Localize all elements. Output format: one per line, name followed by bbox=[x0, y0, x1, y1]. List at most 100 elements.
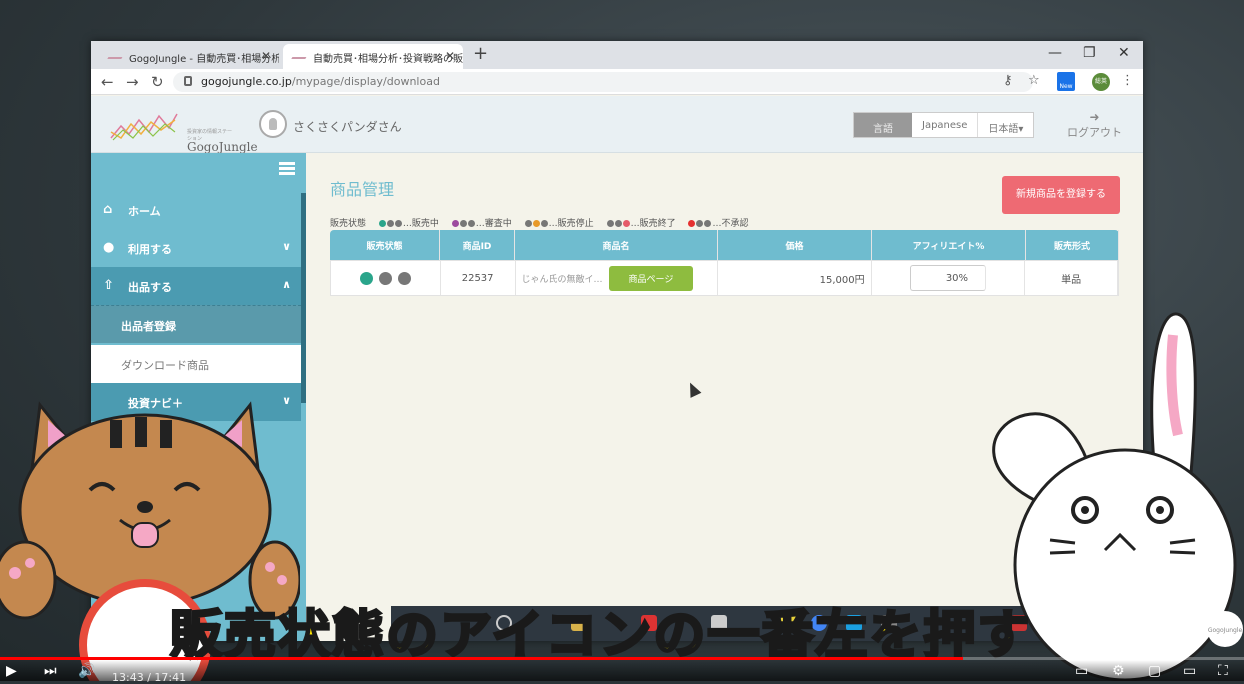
tab-bar: GogoJungle - 自動売買･相場分析 ✕ 自動売買･相場分析･投資戦略の… bbox=[91, 41, 1143, 69]
status-dot bbox=[704, 220, 712, 227]
language-selector: 言語 Japanese 日本語▾ bbox=[853, 112, 1035, 138]
tab-title: 自動売買･相場分析･投資戦略の販 bbox=[313, 54, 463, 65]
language-option-japanese[interactable]: Japanese bbox=[912, 113, 977, 137]
forward-icon[interactable]: → bbox=[126, 73, 139, 91]
affiliate-unit: % bbox=[958, 272, 969, 284]
close-window-icon[interactable]: ✕ bbox=[1118, 45, 1130, 61]
product-table: 販売状態 商品ID 商品名 価格 アフィリエイト% 販売形式 22537 じゃん… bbox=[330, 230, 1119, 296]
product-price: 15,000円 bbox=[718, 261, 872, 295]
legend-text: …販売停止 bbox=[548, 219, 594, 229]
key-icon[interactable]: ⚷ bbox=[1003, 73, 1013, 88]
chevron-up-icon: ∧ bbox=[282, 278, 291, 291]
reload-icon[interactable]: ↻ bbox=[151, 73, 164, 91]
url-host: gogojungle.co.jp bbox=[201, 75, 292, 88]
address-bar: ← → ↻ gogojungle.co.jp/mypage/display/do… bbox=[91, 69, 1143, 95]
status-dot bbox=[451, 220, 459, 227]
browser-tab[interactable]: GogoJungle - 自動売買･相場分析 ✕ bbox=[99, 44, 279, 69]
miniplayer-icon[interactable]: ▢ bbox=[1148, 663, 1161, 679]
affiliate-input[interactable]: 30 % bbox=[909, 265, 986, 291]
subtitles-icon[interactable]: ▭ bbox=[1075, 663, 1088, 679]
legend-item: …審査中 bbox=[451, 219, 512, 229]
hamburger-menu-icon[interactable] bbox=[279, 162, 295, 175]
restore-icon[interactable]: ❐ bbox=[1083, 45, 1096, 61]
sidebar-item-home[interactable]: ⌂ ホーム bbox=[91, 191, 301, 229]
menu-dots-icon[interactable]: ⋮ bbox=[1121, 73, 1134, 88]
status-dot bbox=[459, 220, 467, 227]
username[interactable]: さくさくパンダさん bbox=[293, 118, 402, 135]
sidebar-item-label: ダウンロード商品 bbox=[121, 359, 209, 372]
subtitle-caption: 販売状態のアイコンの一番左を押す bbox=[168, 606, 1032, 666]
sale-type: 単品 bbox=[1025, 261, 1119, 295]
back-icon[interactable]: ← bbox=[101, 73, 114, 91]
status-dot bbox=[622, 220, 630, 227]
video-controls: ▶ ⏭ 🔊 13:43 / 17:41 ▭ ⚙ ▢ ▭ ⛶ bbox=[0, 660, 1244, 684]
legend-item: …販売停止 bbox=[524, 219, 594, 229]
logout-button[interactable]: ➜ ログアウト bbox=[1067, 110, 1122, 140]
product-id: 22537 bbox=[441, 261, 516, 295]
legend-text: …不承認 bbox=[712, 219, 749, 229]
legend-item: …販売中 bbox=[378, 219, 439, 229]
site-favicon-icon bbox=[107, 53, 125, 59]
fullscreen-icon[interactable]: ⛶ bbox=[1218, 663, 1228, 679]
product-page-button[interactable]: 商品ページ bbox=[608, 265, 694, 291]
column-header: 商品名 bbox=[515, 230, 718, 260]
lock-icon bbox=[184, 76, 192, 86]
sidebar-item-use[interactable]: ● 利用する ∨ bbox=[91, 229, 301, 267]
user-avatar[interactable] bbox=[259, 110, 287, 138]
status-dot-selling[interactable] bbox=[359, 271, 373, 285]
affiliate-cell: 30 % bbox=[872, 261, 1026, 295]
new-tab-icon[interactable]: + bbox=[473, 43, 488, 64]
settings-gear-icon[interactable]: ⚙ bbox=[1112, 663, 1125, 679]
gogojungle-logo[interactable]: 投資家の情報ステーション GogoJungle bbox=[109, 110, 258, 154]
close-tab-icon[interactable]: ✕ bbox=[261, 49, 271, 63]
user-circle-icon: ● bbox=[103, 240, 115, 255]
play-icon[interactable]: ▶ bbox=[6, 663, 17, 679]
sidebar-item-seller-registration[interactable]: 出品者登録 bbox=[91, 305, 301, 343]
status-dot-right[interactable] bbox=[397, 271, 411, 285]
extension-new-icon[interactable]: New bbox=[1057, 72, 1075, 91]
browser-tab-active[interactable]: 自動売買･相場分析･投資戦略の販 ✕ bbox=[283, 44, 463, 69]
chevron-down-icon: ∨ bbox=[282, 240, 291, 253]
affiliate-value: 30 bbox=[945, 272, 959, 284]
sidebar-item-sell[interactable]: ⇧ 出品する ∧ bbox=[91, 267, 301, 305]
close-tab-icon[interactable]: ✕ bbox=[445, 49, 455, 63]
status-dot bbox=[378, 220, 386, 227]
language-label: 言語 bbox=[854, 113, 912, 137]
language-dropdown[interactable]: 日本語▾ bbox=[977, 113, 1033, 137]
status-dot bbox=[386, 220, 394, 227]
upload-icon: ⇧ bbox=[103, 278, 114, 293]
logo-text: GogoJungle bbox=[187, 140, 258, 154]
legend-text: …審査中 bbox=[475, 219, 512, 229]
column-header: アフィリエイト% bbox=[872, 230, 1026, 260]
table-row: 22537 じゃん氏の無敵イ… 商品ページ 15,000円 30 % 単品 bbox=[330, 260, 1119, 296]
home-icon: ⌂ bbox=[103, 202, 113, 217]
legend-label: 販売状態 bbox=[330, 219, 367, 229]
column-header: 販売形式 bbox=[1026, 230, 1119, 260]
minimize-icon[interactable]: — bbox=[1048, 45, 1062, 61]
register-new-product-button[interactable]: 新規商品を登録する bbox=[1002, 176, 1120, 214]
status-dot bbox=[524, 220, 532, 227]
sidebar-item-download-products[interactable]: ダウンロード商品 bbox=[91, 345, 301, 383]
product-name-cell: じゃん氏の無敵イ… 商品ページ bbox=[516, 261, 719, 295]
product-name[interactable]: じゃん氏の無敵イ… bbox=[522, 272, 603, 285]
profile-avatar[interactable]: 総英 bbox=[1092, 73, 1110, 91]
sidebar-item-label: 利用する bbox=[128, 243, 172, 256]
status-legend: 販売状態 …販売中 …審査中 …販売停止 …販売終了 …不承認 bbox=[330, 216, 758, 229]
channel-logo[interactable]: GogoJungle bbox=[1207, 611, 1243, 647]
status-dot bbox=[467, 220, 475, 227]
next-icon[interactable]: ⏭ bbox=[44, 663, 57, 679]
legend-text: …販売終了 bbox=[630, 219, 676, 229]
status-dot-middle[interactable] bbox=[378, 271, 392, 285]
legend-item: …不承認 bbox=[688, 219, 748, 229]
sidebar-scrollbar[interactable] bbox=[301, 193, 306, 403]
volume-icon[interactable]: 🔊 bbox=[78, 663, 95, 679]
logout-label: ログアウト bbox=[1067, 126, 1122, 139]
theater-icon[interactable]: ▭ bbox=[1183, 663, 1196, 679]
column-header: 販売状態 bbox=[330, 230, 440, 260]
mouse-cursor-icon bbox=[684, 380, 702, 398]
sidebar-item-label: 出品する bbox=[128, 281, 172, 294]
tab-title: GogoJungle - 自動売買･相場分析 bbox=[129, 54, 279, 65]
star-icon[interactable]: ☆ bbox=[1028, 73, 1040, 88]
url-input[interactable]: gogojungle.co.jp/mypage/display/download bbox=[173, 72, 1033, 92]
status-dot bbox=[614, 220, 622, 227]
